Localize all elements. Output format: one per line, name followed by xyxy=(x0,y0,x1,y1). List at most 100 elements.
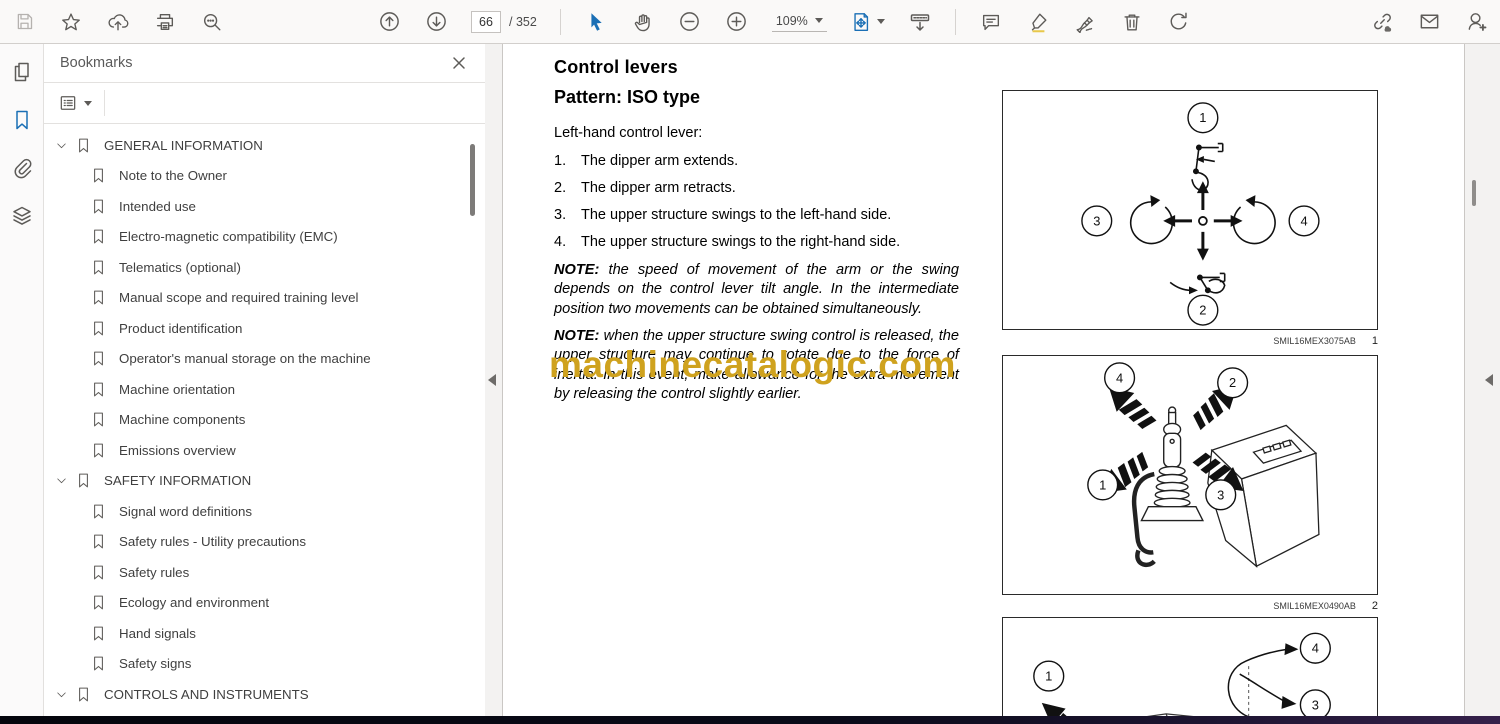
bookmark-item[interactable]: Intended use xyxy=(44,191,485,222)
scroll-mode-icon[interactable] xyxy=(908,10,932,34)
bookmark-icon xyxy=(75,137,95,154)
bookmark-item[interactable]: Product identification xyxy=(44,313,485,344)
chevron-down-icon[interactable] xyxy=(55,474,69,487)
watermark: machinecatalogic.com xyxy=(549,344,956,385)
comment-icon[interactable] xyxy=(979,10,1003,34)
bookmark-item[interactable]: Signal word definitions xyxy=(44,496,485,527)
left-rail xyxy=(0,44,44,716)
bookmark-item[interactable]: Electro-magnetic compatibility (EMC) xyxy=(44,222,485,253)
bookmark-item[interactable]: Safety signs xyxy=(44,649,485,680)
delete-icon[interactable] xyxy=(1120,10,1144,34)
figure-label: 4 xyxy=(1312,641,1319,656)
email-icon[interactable] xyxy=(1417,10,1441,34)
bookmark-item[interactable]: Manual scope and required training level xyxy=(44,283,485,314)
zoom-in-icon[interactable] xyxy=(725,10,749,34)
collapse-right-panel-icon[interactable] xyxy=(1485,374,1493,386)
panel-scrollbar[interactable] xyxy=(470,144,475,216)
page-up-icon[interactable] xyxy=(377,10,401,34)
layers-icon[interactable] xyxy=(10,204,34,228)
swing-left-glyph xyxy=(1129,201,1174,245)
bookmark-icon xyxy=(90,320,110,337)
bookmark-item[interactable]: Note to the Owner xyxy=(44,161,485,192)
collapse-panel-icon[interactable] xyxy=(488,374,496,386)
attachments-icon[interactable] xyxy=(10,156,34,180)
bookmark-icon xyxy=(90,594,110,611)
panel-divider[interactable] xyxy=(485,44,503,716)
bookmark-item[interactable]: Emissions overview xyxy=(44,435,485,466)
bookmark-icon xyxy=(90,503,110,520)
page-down-icon[interactable] xyxy=(424,10,448,34)
zoom-level-dropdown[interactable]: 109% xyxy=(771,12,827,32)
bookmark-item[interactable]: Safety rules xyxy=(44,557,485,588)
hand-tool-icon[interactable] xyxy=(631,10,655,34)
bookmark-icon xyxy=(90,411,110,428)
chevron-down-icon[interactable] xyxy=(55,688,69,701)
taskbar-edge xyxy=(0,716,1500,724)
bookmark-item[interactable]: Safety rules - Utility precautions xyxy=(44,527,485,558)
dipper-extend-glyph xyxy=(1191,142,1224,191)
doc-intro: Left-hand control lever: xyxy=(554,125,703,141)
chevron-down-icon[interactable] xyxy=(55,139,69,152)
print-icon[interactable] xyxy=(153,10,177,34)
bookmarks-options-button[interactable] xyxy=(58,90,105,116)
swing-curves xyxy=(1227,648,1288,716)
bookmark-section[interactable]: GENERAL INFORMATION xyxy=(44,130,485,161)
bookmark-section[interactable]: SAFETY INFORMATION xyxy=(44,466,485,497)
sign-icon[interactable] xyxy=(1073,10,1097,34)
figure-label: 4 xyxy=(1300,213,1307,228)
list-item: 2. The dipper arm retracts. xyxy=(554,180,736,196)
doc-heading: Control levers xyxy=(554,57,678,77)
bookmarks-panel: Bookmarks GENERAL INFORMATION Note to th… xyxy=(44,44,485,716)
chevron-down-icon xyxy=(876,19,885,24)
zoom-out-icon[interactable] xyxy=(678,10,702,34)
page-navigation: / 352 xyxy=(471,10,537,33)
figure-label: 2 xyxy=(1199,303,1206,318)
link-share-icon[interactable] xyxy=(1370,10,1394,34)
bookmark-item[interactable]: Operator's manual storage on the machine xyxy=(44,344,485,375)
bookmark-item[interactable]: Machine orientation xyxy=(44,374,485,405)
fit-page-dropdown[interactable] xyxy=(850,11,885,33)
page-thumbnails-icon[interactable] xyxy=(10,60,34,84)
share-upload-icon[interactable] xyxy=(106,10,130,34)
star-icon[interactable] xyxy=(59,10,83,34)
figure-caption: SMIL16MEX3075AB 1 xyxy=(1273,335,1378,347)
bookmarks-panel-header: Bookmarks xyxy=(44,44,485,83)
bookmark-item[interactable]: Ecology and environment xyxy=(44,588,485,619)
bookmark-icon xyxy=(90,289,110,306)
bookmark-icon xyxy=(90,625,110,642)
bookmark-icon xyxy=(90,228,110,245)
bookmark-icon xyxy=(75,472,95,489)
figure-label: 2 xyxy=(1229,375,1236,390)
swing-right-glyph xyxy=(1232,201,1276,245)
bookmark-icon xyxy=(90,381,110,398)
save-icon[interactable] xyxy=(12,10,36,34)
add-account-icon[interactable] xyxy=(1464,10,1488,34)
close-icon[interactable] xyxy=(449,53,469,73)
toolbar-separator xyxy=(559,8,561,35)
select-tool-icon[interactable] xyxy=(584,10,608,34)
bookmark-icon xyxy=(90,442,110,459)
bookmark-item[interactable]: Telematics (optional) xyxy=(44,252,485,283)
figure-caption: SMIL16MEX0490AB 2 xyxy=(1273,600,1378,612)
page-number-input[interactable] xyxy=(471,10,501,33)
page-total-label: / 352 xyxy=(509,14,537,29)
rotate-icon[interactable] xyxy=(1167,10,1191,34)
figure-joystick: 4 2 1 3 xyxy=(1002,355,1378,595)
figure-label: 4 xyxy=(1116,370,1123,385)
highlight-icon[interactable] xyxy=(1026,10,1050,34)
bookmarks-icon[interactable] xyxy=(10,108,34,132)
figure-label: 3 xyxy=(1217,487,1224,502)
toolbar-separator xyxy=(954,8,956,35)
bookmark-section[interactable]: CONTROLS AND INSTRUMENTS xyxy=(44,679,485,710)
right-scroll-strip xyxy=(1464,44,1500,716)
bookmark-item[interactable]: Hand signals xyxy=(44,618,485,649)
bookmark-tree: GENERAL INFORMATION Note to the Owner In… xyxy=(44,124,485,716)
bookmark-icon xyxy=(90,655,110,672)
page-scrollbar[interactable] xyxy=(1472,180,1476,206)
bookmark-icon xyxy=(90,564,110,581)
list-item: 3. The upper structure swings to the left… xyxy=(554,207,892,223)
marquee-zoom-icon[interactable] xyxy=(200,10,224,34)
bookmark-item[interactable]: Machine components xyxy=(44,405,485,436)
bookmarks-options-row xyxy=(44,83,485,124)
bookmark-icon xyxy=(90,167,110,184)
